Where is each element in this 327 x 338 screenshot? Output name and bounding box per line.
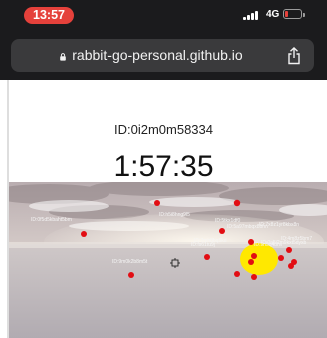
lock-icon: [60, 53, 67, 61]
rabbit-dot[interactable]: [128, 272, 134, 278]
network-type: 4G: [266, 9, 280, 20]
rabbit-dot[interactable]: [204, 254, 210, 260]
rabbit-dot[interactable]: [233, 199, 241, 207]
scene-canvas[interactable]: [9, 182, 327, 338]
player-id: ID:0i2m0m58334: [114, 122, 213, 137]
rabbit-dot[interactable]: [81, 231, 87, 237]
rabbit-dot[interactable]: [251, 253, 257, 259]
phone-screen: 13:57 4G rabbit-go-personal.github.io ID…: [0, 0, 327, 338]
signal-icon: [243, 10, 263, 20]
rabbit-dot[interactable]: [251, 274, 257, 280]
rabbit-dot[interactable]: [248, 259, 254, 265]
address-bar[interactable]: rabbit-go-personal.github.io: [11, 39, 314, 72]
status-bar: 13:57 4G: [0, 0, 327, 30]
rabbit-id-label: ID:5a97mbqx8bhn: [227, 224, 268, 230]
rabbit-dot[interactable]: [291, 259, 297, 265]
rabbit-id-label: ID:9m0k2b8m5t: [112, 259, 148, 265]
rabbit-dot[interactable]: [234, 271, 240, 277]
rabbit-dot[interactable]: [219, 228, 225, 234]
rabbit-id-label: ID:fs61tu9j: [191, 242, 215, 248]
share-icon[interactable]: [286, 47, 302, 65]
rabbit-dot[interactable]: [154, 200, 160, 206]
game-viewport[interactable]: ID:0f5d5kbaht5bm ID:h5i8hng9l5 ID:5tkx1df0…: [9, 182, 327, 338]
rabbit-id-label: ID:h5i8hng9l5: [159, 212, 190, 218]
game-timer: 1:57:35: [113, 150, 214, 183]
status-time: 13:57: [24, 7, 74, 24]
rabbit-id-label: ID:0f5d5kbaht5bm: [31, 217, 72, 223]
rabbit-dot[interactable]: [286, 247, 292, 253]
rabbit-dot[interactable]: [278, 255, 284, 261]
rabbit-id-label: ID:4m8z5bm7: [281, 236, 313, 242]
url-display[interactable]: rabbit-go-personal.github.io: [11, 39, 291, 72]
battery-icon: [283, 9, 305, 19]
url-text: rabbit-go-personal.github.io: [72, 47, 243, 63]
browser-chrome: 13:57 4G rabbit-go-personal.github.io: [0, 0, 327, 80]
